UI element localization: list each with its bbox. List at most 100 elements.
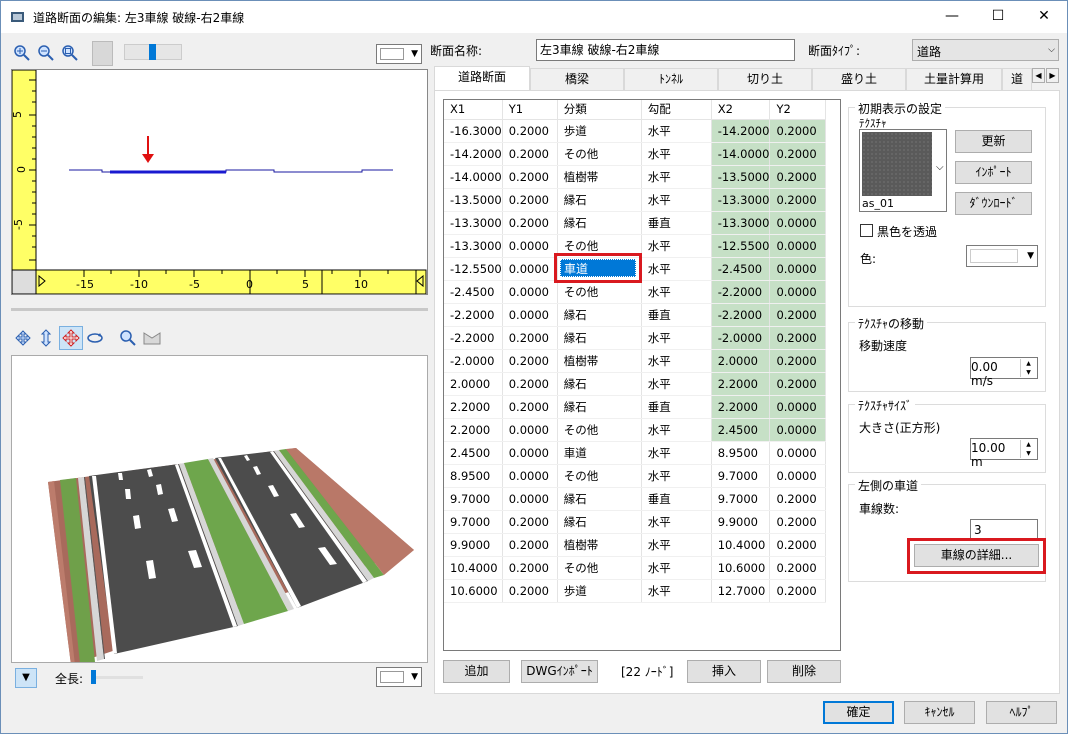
table-cell[interactable]: -13.3000: [711, 188, 771, 212]
table-cell[interactable]: 縁石: [557, 510, 642, 534]
table-cell[interactable]: その他: [557, 464, 642, 488]
table-cell[interactable]: 0.2000: [502, 326, 558, 350]
table-cell[interactable]: 2.0000: [711, 349, 771, 373]
table-cell[interactable]: 0.2000: [769, 487, 827, 511]
table-cell[interactable]: -2.4500: [444, 280, 503, 304]
table-cell[interactable]: 0.2000: [502, 556, 558, 580]
table-cell[interactable]: 8.9500: [711, 441, 771, 465]
dwg-import-button[interactable]: DWGｲﾝﾎﾟｰﾄ: [521, 660, 598, 683]
spinner-arrows-icon[interactable]: ▲ ▼: [1020, 359, 1036, 377]
help-button[interactable]: ﾍﾙﾌﾟ: [986, 701, 1057, 724]
table-cell[interactable]: -2.2000: [711, 303, 771, 327]
table-cell[interactable]: -12.5500: [444, 257, 503, 281]
table-cell[interactable]: 0.2000: [769, 510, 827, 534]
tab-road-section[interactable]: 道路断面: [434, 66, 530, 91]
table-cell[interactable]: 歩道: [557, 119, 642, 143]
speed-spinner[interactable]: 0.00 m/s ▲ ▼: [970, 357, 1038, 388]
table-cell[interactable]: 水平: [641, 579, 712, 603]
table-cell[interactable]: その他: [557, 556, 642, 580]
table-cell[interactable]: 水平: [641, 234, 712, 258]
table-cell[interactable]: -16.3000: [444, 119, 503, 143]
table-cell[interactable]: 垂直: [641, 303, 712, 327]
selected-cell[interactable]: 車道: [560, 259, 636, 277]
table-cell[interactable]: 0.2000: [502, 395, 558, 419]
table-cell[interactable]: 2.2000: [444, 418, 503, 442]
table-cell[interactable]: -14.0000: [444, 165, 503, 189]
tab-earthwork[interactable]: 土量計算用: [906, 68, 1002, 90]
table-cell[interactable]: -14.0000: [711, 142, 771, 166]
table-cell[interactable]: 2.4500: [711, 418, 771, 442]
section-name-input[interactable]: 左3車線 破線-右2車線: [536, 39, 795, 61]
table-cell[interactable]: 9.9000: [444, 533, 503, 557]
move-vertical-icon[interactable]: [37, 329, 55, 347]
length-slider[interactable]: [91, 670, 143, 684]
table-cell[interactable]: 水平: [641, 165, 712, 189]
table-cell[interactable]: 0.2000: [769, 556, 827, 580]
table-cell[interactable]: 0.0000: [502, 257, 558, 281]
table-cell[interactable]: 0.2000: [502, 142, 558, 166]
table-cell[interactable]: 車道: [557, 441, 642, 465]
table-row[interactable]: 8.9500 0.0000 その他 水平 9.7000 0.0000: [444, 464, 827, 488]
splitter[interactable]: [11, 308, 428, 311]
table-cell[interactable]: 0.0000: [769, 234, 827, 258]
tab-tunnel[interactable]: ﾄﾝﾈﾙ: [624, 68, 718, 90]
table-cell[interactable]: 0.0000: [502, 487, 558, 511]
table-cell[interactable]: 9.7000: [444, 487, 503, 511]
lane-details-button[interactable]: 車線の詳細...: [914, 544, 1039, 567]
table-cell[interactable]: 0.2000: [769, 119, 827, 143]
table-cell[interactable]: 2.4500: [444, 441, 503, 465]
table-row[interactable]: -14.2000 0.2000 その他 水平 -14.0000 0.2000: [444, 142, 827, 166]
table-cell[interactable]: 2.2000: [444, 395, 503, 419]
table-cell[interactable]: 水平: [641, 188, 712, 212]
table-cell[interactable]: 9.7000: [711, 464, 771, 488]
table-cell[interactable]: 0.2000: [502, 349, 558, 373]
table-row[interactable]: 9.7000 0.0000 縁石 垂直 9.7000 0.2000: [444, 487, 827, 511]
table-cell[interactable]: 水平: [641, 280, 712, 304]
table-cell[interactable]: 0.0000: [769, 464, 827, 488]
table-row[interactable]: -2.0000 0.2000 植樹帯 水平 2.0000 0.2000: [444, 349, 827, 373]
delete-button[interactable]: 削除: [767, 660, 841, 683]
table-cell[interactable]: 9.7000: [444, 510, 503, 534]
table-cell[interactable]: -12.5500: [711, 234, 771, 258]
table-cell[interactable]: 水平: [641, 257, 712, 281]
table-cell[interactable]: その他: [557, 142, 642, 166]
table-cell[interactable]: 0.0000: [502, 234, 558, 258]
table-cell[interactable]: -2.0000: [444, 349, 503, 373]
table-cell[interactable]: 0.2000: [769, 579, 827, 603]
table-cell[interactable]: -2.2000: [711, 280, 771, 304]
table-row[interactable]: 2.2000 0.2000 縁石 垂直 2.2000 0.0000: [444, 395, 827, 419]
table-cell[interactable]: 水平: [641, 510, 712, 534]
table-cell[interactable]: 2.0000: [444, 372, 503, 396]
table-cell[interactable]: 植樹帯: [557, 165, 642, 189]
table-cell[interactable]: 10.6000: [444, 579, 503, 603]
table-row[interactable]: 10.6000 0.2000 歩道 水平 12.7000 0.2000: [444, 579, 827, 603]
length-slider-thumb[interactable]: [91, 670, 96, 684]
table-cell[interactable]: 0.2000: [502, 188, 558, 212]
table-cell[interactable]: 0.2000: [502, 533, 558, 557]
table-row[interactable]: -13.3000 0.2000 縁石 垂直 -13.3000 0.0000: [444, 211, 827, 235]
table-cell[interactable]: 水平: [641, 142, 712, 166]
table-cell[interactable]: 0.0000: [769, 441, 827, 465]
pan-button[interactable]: [59, 326, 83, 350]
table-cell[interactable]: 12.7000: [711, 579, 771, 603]
table-cell[interactable]: -2.2000: [444, 326, 503, 350]
table-cell[interactable]: その他: [557, 280, 642, 304]
table-cell[interactable]: 0.0000: [769, 280, 827, 304]
table-cell[interactable]: 植樹帯: [557, 533, 642, 557]
table-cell[interactable]: 水平: [641, 556, 712, 580]
texture-picker[interactable]: ⌵ as_01: [859, 129, 947, 212]
table-cell[interactable]: 10.6000: [711, 556, 771, 580]
table-cell[interactable]: 縁石: [557, 211, 642, 235]
table-row[interactable]: 2.4500 0.0000 車道 水平 8.9500 0.0000: [444, 441, 827, 465]
table-cell[interactable]: 0.2000: [502, 579, 558, 603]
table-row[interactable]: 10.4000 0.2000 その他 水平 10.6000 0.2000: [444, 556, 827, 580]
view2d-color-combo[interactable]: ▼: [376, 44, 422, 64]
table-cell[interactable]: -13.5000: [711, 165, 771, 189]
table-row[interactable]: 9.9000 0.2000 植樹帯 水平 10.4000 0.2000: [444, 533, 827, 557]
orbit-icon[interactable]: [86, 329, 104, 347]
selected-cell-highlight[interactable]: 車道: [554, 253, 642, 283]
table-cell[interactable]: 縁石: [557, 487, 642, 511]
zoom-in-icon[interactable]: [13, 44, 31, 62]
table-cell[interactable]: 0.0000: [502, 303, 558, 327]
size-spinner[interactable]: 10.00 m ▲ ▼: [970, 438, 1038, 469]
